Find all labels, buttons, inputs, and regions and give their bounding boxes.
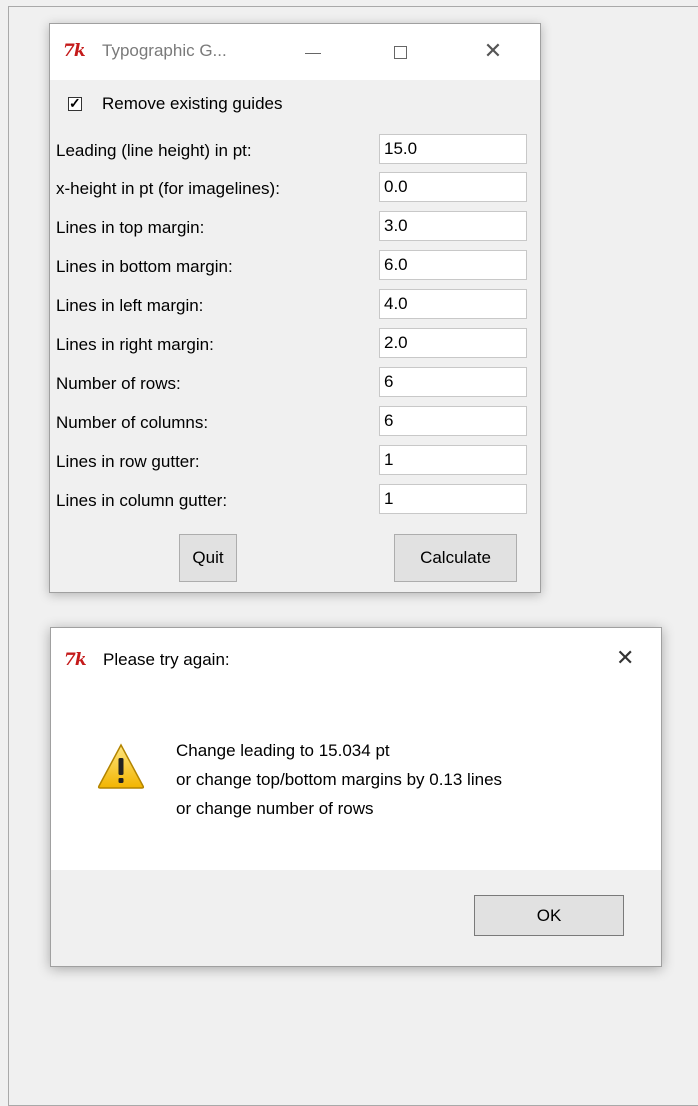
leading-label: Leading (line height) in pt:: [56, 141, 252, 160]
row-gutter-label: Lines in row gutter:: [56, 452, 200, 471]
quit-button[interactable]: Quit: [179, 534, 237, 582]
remove-guides-checkbox[interactable]: ✓: [68, 95, 82, 111]
please-try-again-dialog: 7k Please try again: ✕ Change leading to…: [50, 627, 662, 967]
tk-feather-icon: 7k: [64, 650, 87, 670]
tk-feather-icon: 7k: [63, 41, 86, 61]
column-gutter-input[interactable]: [379, 484, 527, 514]
right-margin-label: Lines in right margin:: [56, 335, 214, 354]
typographic-grid-window: 7k Typographic G... ✕ ✓ Remove existing …: [49, 23, 541, 593]
columns-label: Number of columns:: [56, 413, 209, 432]
close-icon[interactable]: ✕: [478, 40, 508, 62]
columns-input[interactable]: [379, 406, 527, 436]
top-margin-label: Lines in top margin:: [56, 218, 205, 237]
maximize-button[interactable]: [394, 46, 407, 59]
right-margin-input[interactable]: [379, 328, 527, 358]
window-title: Typographic G...: [102, 41, 227, 60]
bottom-margin-input[interactable]: [379, 250, 527, 280]
left-margin-label: Lines in left margin:: [56, 296, 204, 315]
dialog-message-line-3: or change number of rows: [176, 799, 374, 818]
title-bar: 7k Typographic G... ✕: [50, 24, 540, 80]
remove-guides-row[interactable]: ✓ Remove existing guides: [68, 94, 282, 114]
top-margin-input[interactable]: [379, 211, 527, 241]
bottom-margin-label: Lines in bottom margin:: [56, 257, 233, 276]
minimize-button[interactable]: [305, 53, 321, 54]
rows-label: Number of rows:: [56, 374, 181, 393]
warning-icon: [97, 743, 145, 789]
dialog-footer: OK: [51, 870, 661, 966]
row-gutter-input[interactable]: [379, 445, 527, 475]
rows-input[interactable]: [379, 367, 527, 397]
ok-button[interactable]: OK: [474, 895, 624, 936]
leading-input[interactable]: [379, 134, 527, 164]
dialog-message-line-2: or change top/bottom margins by 0.13 lin…: [176, 770, 503, 789]
dialog-title: Please try again:: [103, 650, 230, 669]
left-margin-input[interactable]: [379, 289, 527, 319]
x-height-input[interactable]: [379, 172, 527, 202]
calculate-button[interactable]: Calculate: [394, 534, 517, 582]
dialog-close-button[interactable]: ✕: [616, 645, 634, 671]
dialog-message-line-1: Change leading to 15.034 pt: [176, 741, 390, 760]
remove-guides-label: Remove existing guides: [102, 94, 283, 113]
checkmark-icon: ✓: [69, 95, 81, 111]
column-gutter-label: Lines in column gutter:: [56, 491, 228, 510]
x-height-label: x-height in pt (for imagelines):: [56, 179, 280, 198]
